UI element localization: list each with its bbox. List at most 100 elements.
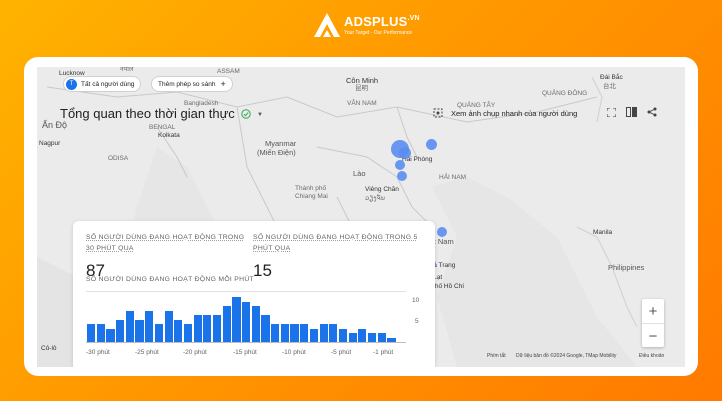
x-tick-label: -25 phút	[135, 349, 159, 356]
all-users-label: Tất cả người dùng	[81, 80, 135, 88]
add-comparison-label: Thêm phép so sánh	[158, 80, 216, 88]
chart-bar[interactable]	[212, 315, 222, 342]
user-location-dot[interactable]	[437, 227, 447, 237]
chart-bar[interactable]	[309, 328, 318, 342]
add-comparison-button[interactable]: Thêm phép so sánh +	[151, 76, 233, 92]
user-snapshot-button[interactable]: Xem ảnh chụp nhanh của người dùng	[433, 104, 577, 122]
compare-view-icon[interactable]	[624, 105, 638, 119]
chart-bar[interactable]	[116, 319, 125, 342]
users-30min-label[interactable]: SỐ NGƯỜI DÙNG ĐANG HOẠT ĐỘNG TRONG 30 PH…	[86, 232, 251, 254]
logo-suffix: .VN	[407, 14, 420, 22]
chart-bar[interactable]	[329, 324, 338, 342]
chart-bar[interactable]	[280, 324, 289, 342]
place-lao: Lào	[353, 169, 366, 178]
per-minute-chart-title: SỐ NGƯỜI DÙNG ĐANG HOẠT ĐỘNG MỖI PHÚT	[86, 276, 254, 283]
all-users-chip[interactable]: T Tất cả người dùng	[63, 76, 142, 92]
place-vieng-chan-native: ວຽງຈັນ	[365, 195, 385, 202]
place-nagpur: Nagpur	[39, 140, 61, 147]
y-tick-label: 5	[415, 318, 419, 325]
plus-icon: +	[220, 79, 226, 89]
x-tick-label: -15 phút	[233, 349, 257, 356]
zoom-in-button[interactable]: +	[642, 299, 664, 323]
place-myanmar: Myanmar	[265, 139, 297, 148]
chart-bar[interactable]	[242, 301, 251, 342]
realtime-metrics-panel: SỐ NGƯỜI DÙNG ĐANG HOẠT ĐỘNG TRONG 30 PH…	[73, 221, 435, 367]
place-myanmar-alt: (Miến Điện)	[257, 148, 296, 157]
chart-bar[interactable]	[183, 324, 193, 342]
snapshot-icon	[433, 108, 443, 118]
adsplus-logo: ADSPLUS.VN Your Target - Our Performance	[312, 10, 420, 40]
place-manila: Manila	[593, 229, 613, 236]
zoom-out-button[interactable]: −	[642, 323, 664, 348]
users-5min-label[interactable]: SỐ NGƯỜI DÙNG ĐANG HOẠT ĐỘNG TRONG 5 PHÚ…	[253, 232, 418, 254]
chart-bar[interactable]	[387, 337, 396, 342]
place-quang-dong: QUẢNG ĐÔNG	[542, 90, 588, 97]
check-circle-icon[interactable]	[241, 109, 251, 119]
x-tick-label: -1 phút	[373, 349, 394, 356]
chart-bar[interactable]	[338, 328, 348, 342]
user-location-dot[interactable]	[426, 139, 437, 150]
chart-bar[interactable]	[164, 310, 173, 342]
chart-bar[interactable]	[222, 306, 231, 342]
logo-mark-icon	[314, 13, 340, 37]
x-tick-label: -10 phút	[282, 349, 306, 356]
chart-bar[interactable]	[96, 324, 105, 342]
world-map[interactable]: Lucknow नेपाल ASSAM Côn Minh 昆明 Đài Bắc …	[37, 67, 685, 367]
fullscreen-icon[interactable]	[604, 105, 618, 119]
user-location-dot[interactable]	[399, 147, 411, 159]
avatar: T	[66, 78, 77, 90]
chart-bar[interactable]	[232, 297, 241, 342]
chart-bar[interactable]	[271, 324, 280, 342]
x-tick-label: -30 phút	[86, 349, 110, 356]
terms-link[interactable]: Điều khoản	[639, 353, 664, 359]
place-dai-bac: Đài Bắc	[600, 74, 623, 81]
chart-bar[interactable]	[319, 324, 328, 342]
chart-bar[interactable]	[377, 333, 386, 342]
chart-bar[interactable]	[87, 324, 96, 342]
place-dai-bac-native: 台北	[603, 83, 616, 90]
chart-bar[interactable]	[367, 333, 377, 342]
chart-bar[interactable]	[348, 333, 357, 342]
chart-baseline	[86, 342, 406, 343]
place-an-do: Ấn Độ	[42, 120, 68, 130]
chart-bar[interactable]	[290, 324, 299, 342]
place-vieng-chan: Viêng Chăn	[365, 186, 399, 193]
page-title: Tổng quan theo thời gian thực	[60, 106, 235, 121]
map-data-attribution: Dữ liệu bản đồ ©2024 Google, TMap Mobili…	[516, 353, 617, 359]
x-tick-label: -5 phút	[331, 349, 352, 356]
chart-bar[interactable]	[145, 310, 154, 342]
place-philippines: Philippines	[608, 263, 645, 272]
logo-brand: ADSPLUS	[344, 13, 408, 29]
keyboard-shortcuts-link[interactable]: Phím tắt	[487, 353, 506, 359]
chart-bar[interactable]	[154, 324, 163, 342]
place-odisa: ODISA	[108, 155, 129, 162]
place-hai-nam: HẢI NAM	[439, 174, 467, 181]
chart-bar[interactable]	[251, 306, 260, 342]
user-snapshot-label: Xem ảnh chụp nhanh của người dùng	[451, 108, 578, 118]
chart-bar[interactable]	[106, 328, 115, 342]
per-minute-bar-chart	[86, 288, 396, 342]
chart-bar[interactable]	[300, 324, 309, 342]
chart-bar[interactable]	[358, 328, 367, 342]
chart-bar[interactable]	[174, 319, 183, 342]
chart-bar[interactable]	[261, 315, 270, 342]
chart-bar[interactable]	[125, 310, 134, 342]
place-con-minh-native: 昆明	[355, 85, 368, 92]
place-con-minh: Côn Minh	[346, 76, 379, 85]
screenshot-card: Lucknow नेपाल ASSAM Côn Minh 昆明 Đài Bắc …	[24, 57, 698, 376]
place-kolkata: Kolkata	[158, 132, 180, 139]
place-colombo: Cô-lô	[41, 345, 57, 352]
chevron-down-icon[interactable]: ▼	[257, 112, 263, 118]
users-5min-value: 15	[253, 261, 272, 280]
x-tick-label: -20 phút	[183, 349, 207, 356]
chart-bar[interactable]	[193, 315, 202, 342]
place-nepal: नेपाल	[120, 67, 134, 73]
chart-bar[interactable]	[203, 315, 212, 342]
share-icon[interactable]	[645, 105, 659, 119]
place-chiang-mai: Thành phố Chiang Mai	[295, 185, 328, 200]
user-location-dot[interactable]	[395, 160, 405, 170]
logo-tagline: Your Target - Our Performance	[344, 29, 413, 36]
place-van-nam: VÂN NAM	[347, 100, 377, 107]
user-location-dot[interactable]	[397, 171, 407, 181]
chart-bar[interactable]	[135, 319, 144, 342]
